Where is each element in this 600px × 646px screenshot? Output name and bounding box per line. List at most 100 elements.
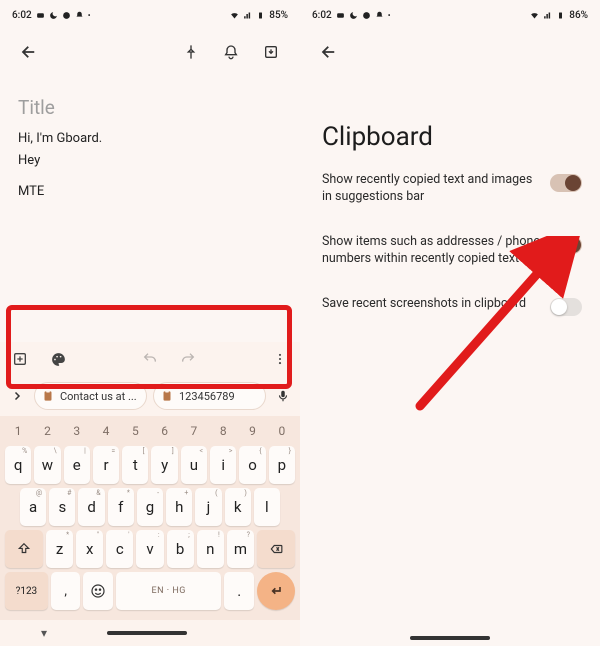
moon-icon <box>349 11 358 20</box>
comma-key[interactable]: , <box>51 572 81 610</box>
toggle-switch[interactable] <box>550 174 582 192</box>
key-p[interactable]: p} <box>269 446 295 484</box>
key-6[interactable]: 6 <box>151 420 177 442</box>
toggle-switch[interactable] <box>550 298 582 316</box>
battery-icon <box>256 11 265 20</box>
key-j[interactable]: j( <box>195 488 221 526</box>
key-z[interactable]: z* <box>46 530 73 568</box>
keyboard-hide-caret-icon[interactable]: ▾ <box>41 626 47 640</box>
key-s[interactable]: s# <box>49 488 75 526</box>
youtube-icon <box>336 11 345 20</box>
emoji-key[interactable] <box>83 572 113 610</box>
voice-input-button[interactable] <box>272 382 294 410</box>
spotify-icon <box>362 11 371 20</box>
page-title: Clipboard <box>300 74 600 158</box>
shift-key[interactable] <box>5 530 43 568</box>
system-nav-bar: ▾ <box>0 620 300 646</box>
bell-icon <box>75 11 84 20</box>
back-button[interactable] <box>14 37 44 67</box>
key-h[interactable]: h+ <box>166 488 192 526</box>
key-r[interactable]: r= <box>93 446 119 484</box>
clipboard-icon <box>41 389 55 403</box>
key-8[interactable]: 8 <box>210 420 236 442</box>
moon-icon <box>49 11 58 20</box>
note-line: Hey <box>18 151 282 171</box>
key-x[interactable]: x" <box>76 530 103 568</box>
add-tool-icon[interactable] <box>10 349 30 369</box>
status-time: 6:02 <box>12 10 32 21</box>
setting-label: Show items such as addresses / phone num… <box>322 234 540 268</box>
wifi-icon <box>530 11 539 20</box>
clip-pill-text: 123456789 <box>179 390 235 403</box>
keyboard-bottom-row: ?123 , EN · HG . <box>3 572 297 610</box>
right-phone-pane: 6:02 • 86% Clipboard Show recently copie… <box>300 0 600 646</box>
more-vert-icon[interactable] <box>270 349 290 369</box>
status-battery-pct: 85% <box>269 10 288 21</box>
keyboard-row: z*x"c'v: b;n!m? <box>3 530 297 568</box>
left-phone-pane: 6:02 • 85% Title Hi, I'm Gboard <box>0 0 300 646</box>
expand-chevron-button[interactable] <box>6 382 28 410</box>
app-bar <box>0 30 300 74</box>
space-key[interactable]: EN · HG <box>116 572 221 610</box>
key-k[interactable]: k) <box>225 488 251 526</box>
youtube-icon <box>36 11 45 20</box>
key-t[interactable]: t[ <box>122 446 148 484</box>
key-b[interactable]: b; <box>167 530 194 568</box>
key-2[interactable]: 2 <box>34 420 60 442</box>
key-o[interactable]: o{ <box>239 446 265 484</box>
key-u[interactable]: u< <box>181 446 207 484</box>
key-7[interactable]: 7 <box>181 420 207 442</box>
gesture-nav-pill[interactable] <box>107 631 187 635</box>
setting-row[interactable]: Save recent screenshots in clipboard <box>300 282 600 330</box>
key-d[interactable]: d& <box>78 488 104 526</box>
key-g[interactable]: g- <box>137 488 163 526</box>
gesture-nav-pill[interactable] <box>410 636 490 640</box>
backspace-key[interactable] <box>257 530 295 568</box>
note-title-placeholder[interactable]: Title <box>0 74 300 125</box>
reminder-button[interactable] <box>216 37 246 67</box>
pin-button[interactable] <box>176 37 206 67</box>
palette-icon[interactable] <box>48 349 68 369</box>
status-bar: 6:02 • 85% <box>0 0 300 30</box>
key-3[interactable]: 3 <box>64 420 90 442</box>
key-a[interactable]: a@ <box>20 488 46 526</box>
system-nav-bar <box>300 636 600 640</box>
key-9[interactable]: 9 <box>239 420 265 442</box>
back-button[interactable] <box>314 37 344 67</box>
status-bar: 6:02 • 86% <box>300 0 600 30</box>
key-y[interactable]: y] <box>151 446 177 484</box>
setting-row[interactable]: Show recently copied text and images in … <box>300 158 600 220</box>
setting-label: Save recent screenshots in clipboard <box>322 296 540 313</box>
gboard-keyboard: Contact us at ... 123456789 1234567890 q… <box>0 342 300 646</box>
redo-icon[interactable] <box>178 349 198 369</box>
key-5[interactable]: 5 <box>122 420 148 442</box>
key-0[interactable]: 0 <box>269 420 295 442</box>
key-l[interactable]: l <box>254 488 280 526</box>
setting-row[interactable]: Show items such as addresses / phone num… <box>300 220 600 282</box>
key-4[interactable]: 4 <box>93 420 119 442</box>
undo-icon[interactable] <box>140 349 160 369</box>
key-c[interactable]: c' <box>106 530 133 568</box>
key-1[interactable]: 1 <box>5 420 31 442</box>
toggle-switch[interactable] <box>550 236 582 254</box>
key-i[interactable]: i> <box>210 446 236 484</box>
clipboard-suggestion-pill[interactable]: Contact us at ... <box>34 382 147 410</box>
key-q[interactable]: q% <box>5 446 31 484</box>
status-more-dot: • <box>88 11 91 20</box>
status-battery-pct: 86% <box>569 10 588 21</box>
clipboard-suggestion-pill[interactable]: 123456789 <box>153 382 266 410</box>
key-m[interactable]: m? <box>227 530 254 568</box>
app-bar <box>300 30 600 74</box>
key-e[interactable]: e| <box>64 446 90 484</box>
key-f[interactable]: f* <box>108 488 134 526</box>
key-n[interactable]: n! <box>197 530 224 568</box>
clip-pill-text: Contact us at ... <box>60 390 137 403</box>
note-body[interactable]: Hi, I'm Gboard. Hey MTE <box>0 125 300 208</box>
symbols-key[interactable]: ?123 <box>5 572 48 610</box>
enter-key[interactable] <box>257 572 295 610</box>
archive-button[interactable] <box>256 37 286 67</box>
key-w[interactable]: w\ <box>34 446 60 484</box>
signal-icon <box>243 11 252 20</box>
period-key[interactable]: . <box>224 572 254 610</box>
key-v[interactable]: v: <box>136 530 163 568</box>
